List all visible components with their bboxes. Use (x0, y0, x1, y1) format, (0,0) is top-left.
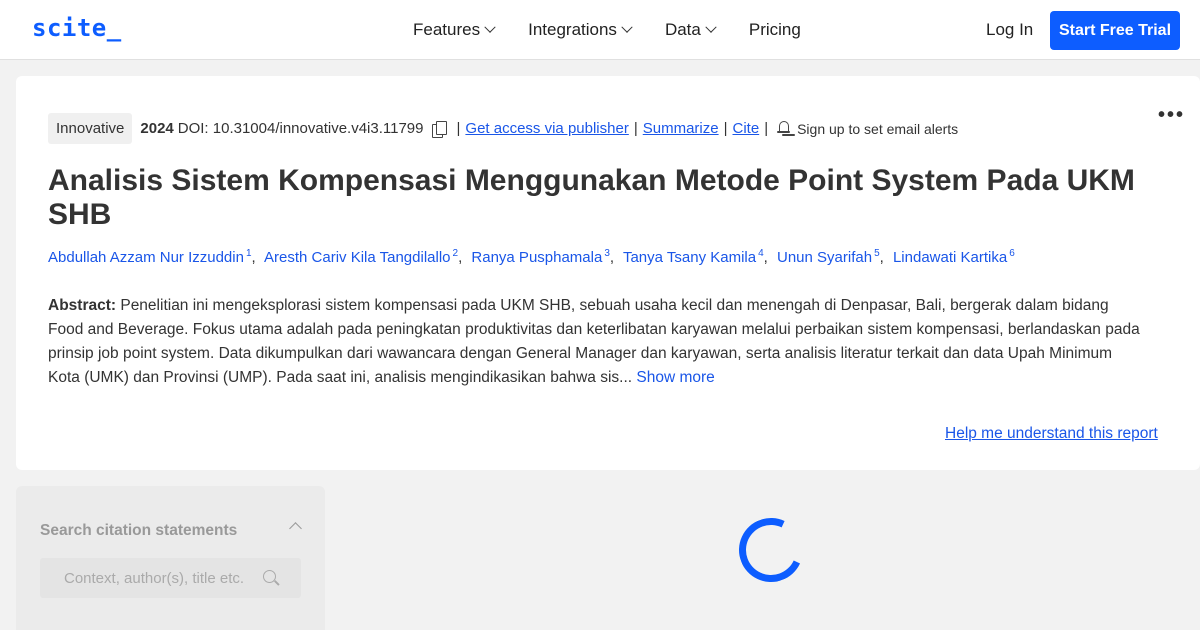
nav-integrations-label: Integrations (528, 20, 617, 39)
author-index: 5 (874, 248, 880, 259)
author-name: Lindawati Kartika (892, 249, 1008, 266)
citation-search-panel: Search citation statements (16, 486, 325, 630)
author-link[interactable]: Lindawati Kartika 6 (892, 248, 1015, 266)
nav-features-label: Features (413, 20, 481, 39)
top-navbar: scite_ Features Integrations Data Pricin… (0, 0, 1200, 60)
copy-icon[interactable] (431, 120, 448, 138)
summarize-link[interactable]: Summarize (643, 120, 719, 137)
help-understand-link[interactable]: Help me understand this report (945, 425, 1158, 443)
separator: | (764, 120, 769, 137)
author-name: Ranya Pusphamala (471, 249, 603, 266)
doi-text: DOI: 10.31004/innovative.v4i3.11799 (177, 120, 424, 137)
nav-pricing-label: Pricing (748, 20, 801, 39)
abstract-label: Abstract: (48, 297, 117, 314)
author-list: Abdullah Azzam Nur Izzuddin 1, Aresth Car… (48, 248, 1015, 266)
article-card: Innovative 2024 DOI: 10.31004/innovative… (16, 76, 1200, 470)
author-separator: , (609, 249, 615, 266)
nav-data[interactable]: Data (664, 20, 717, 40)
abstract: Abstract: Penelitian ini mengeksplorasi … (48, 294, 1148, 390)
author-link[interactable]: Abdullah Azzam Nur Izzuddin 1 (48, 248, 252, 266)
author-index: 1 (245, 248, 252, 259)
login-link[interactable]: Log In (986, 20, 1033, 40)
author-index: 6 (1009, 248, 1015, 259)
author-link[interactable]: Ranya Pusphamala 3 (471, 248, 609, 266)
chevron-up-icon[interactable] (289, 522, 302, 535)
chevron-down-icon (484, 21, 496, 33)
journal-badge[interactable]: Innovative (48, 113, 133, 144)
loading-spinner-icon (729, 508, 813, 592)
nav-integrations[interactable]: Integrations (528, 20, 633, 40)
nav-pricing[interactable]: Pricing (749, 20, 801, 40)
get-access-link[interactable]: Get access via publisher (465, 120, 628, 137)
author-link[interactable]: Tanya Tsany Kamila 4 (622, 248, 764, 266)
author-separator: , (763, 249, 768, 266)
separator: | (633, 120, 638, 137)
chevron-down-icon (705, 21, 717, 33)
bell-icon[interactable] (777, 121, 791, 136)
author-separator: , (251, 249, 256, 266)
nav-features[interactable]: Features (413, 20, 496, 40)
nav-links: Features Integrations Data Pricing (413, 0, 835, 60)
nav-data-label: Data (664, 20, 701, 39)
cite-link[interactable]: Cite (733, 120, 760, 137)
article-meta: Innovative 2024 DOI: 10.31004/innovative… (48, 113, 958, 144)
separator: | (456, 120, 461, 137)
author-link[interactable]: Aresth Cariv Kila Tangdilallo 2 (264, 248, 458, 266)
citation-search-input[interactable] (40, 558, 301, 598)
citation-search-title: Search citation statements (40, 522, 238, 539)
author-link[interactable]: Unun Syarifah 5 (777, 248, 880, 266)
more-options-icon[interactable]: ••• (1158, 104, 1185, 127)
publication-year: 2024 (140, 120, 174, 137)
separator: | (723, 120, 728, 137)
author-separator: , (879, 249, 884, 266)
search-icon[interactable] (263, 570, 276, 583)
email-alerts-link[interactable]: Sign up to set email alerts (797, 121, 958, 137)
chevron-down-icon (621, 21, 633, 33)
author-name: Tanya Tsany Kamila (622, 249, 757, 266)
author-name: Unun Syarifah (777, 249, 873, 266)
author-index: 4 (758, 248, 764, 259)
author-name: Aresth Cariv Kila Tangdilallo (264, 249, 451, 266)
start-free-trial-button[interactable]: Start Free Trial (1050, 11, 1180, 50)
author-separator: , (458, 249, 463, 266)
abstract-text: Penelitian ini mengeksplorasi sistem kom… (48, 297, 1140, 386)
author-name: Abdullah Azzam Nur Izzuddin (48, 249, 244, 266)
article-title: Analisis Sistem Kompensasi Menggunakan M… (48, 164, 1135, 231)
scite-logo[interactable]: scite_ (32, 14, 122, 42)
show-more-link[interactable]: Show more (636, 369, 714, 386)
